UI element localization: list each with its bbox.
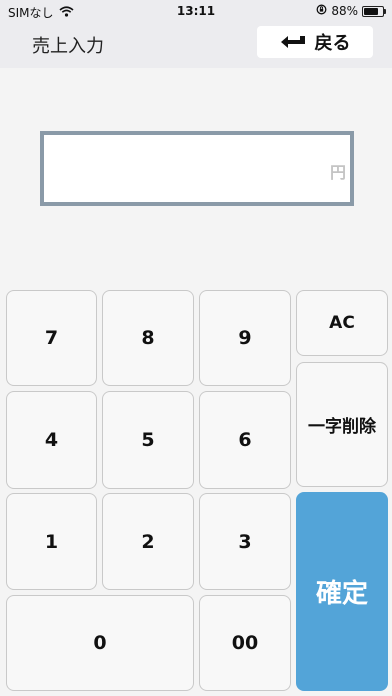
key-2[interactable]: 2 [102,493,194,590]
key-8[interactable]: 8 [102,290,194,386]
key-4[interactable]: 4 [6,391,97,489]
battery-icon [362,5,386,17]
back-button[interactable]: 戻る [257,26,373,58]
clear-all-button[interactable]: AC [296,290,388,356]
back-button-label: 戻る [314,33,351,54]
status-bar: SIMなし 13:11 88% [0,0,392,22]
key-0[interactable]: 0 [6,595,194,691]
page-title: 売上入力 [32,36,104,57]
battery-fill [364,7,378,15]
amount-input[interactable]: 円 [40,131,354,206]
key-9[interactable]: 9 [199,290,291,386]
delete-char-button[interactable]: 一字削除 [296,362,388,487]
key-6[interactable]: 6 [199,391,291,489]
battery-percent: 88% [331,4,358,18]
orientation-lock-icon [316,4,327,18]
key-7[interactable]: 7 [6,290,97,386]
confirm-button[interactable]: 確定 [296,492,388,691]
key-5[interactable]: 5 [102,391,194,489]
key-3[interactable]: 3 [199,493,291,590]
status-right: 88% [316,4,386,18]
key-00[interactable]: 00 [199,595,291,691]
header-bar: 売上入力 戻る [0,22,392,68]
key-1[interactable]: 1 [6,493,97,590]
currency-unit: 円 [329,163,346,182]
return-arrow-icon [280,32,306,53]
